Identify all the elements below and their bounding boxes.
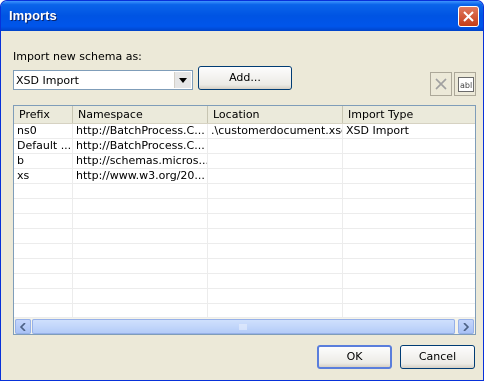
cell-location <box>208 244 343 258</box>
chevron-down-icon <box>179 78 187 83</box>
table-row[interactable]: ns0 http://BatchProcess.C... .\customerd… <box>14 124 475 139</box>
column-header-import-type[interactable]: Import Type <box>343 106 475 123</box>
table-row[interactable] <box>14 244 475 259</box>
grid-header: Prefix Namespace Location Import Type <box>14 106 475 124</box>
cell-prefix: xs <box>14 169 73 183</box>
cell-namespace <box>73 184 208 198</box>
table-row[interactable]: xs http://www.w3.org/20... <box>14 169 475 184</box>
cell-import-type <box>343 214 475 228</box>
delete-x-icon <box>435 78 447 90</box>
svg-text:abl: abl <box>460 81 472 90</box>
scroll-left-button[interactable] <box>15 319 31 334</box>
table-row[interactable] <box>14 274 475 289</box>
cell-namespace: http://www.w3.org/20... <box>73 169 208 183</box>
table-row[interactable] <box>14 184 475 199</box>
cell-location <box>208 199 343 213</box>
cell-import-type <box>343 274 475 288</box>
cell-namespace: http://BatchProcess.C... <box>73 139 208 153</box>
cell-location <box>208 304 343 318</box>
cell-location <box>208 169 343 183</box>
cell-prefix: b <box>14 154 73 168</box>
cell-prefix <box>14 199 73 213</box>
cell-namespace <box>73 229 208 243</box>
imports-grid[interactable]: Prefix Namespace Location Import Type ns… <box>13 105 476 335</box>
cell-prefix: ns0 <box>14 124 73 138</box>
scroll-thumb[interactable] <box>32 319 455 334</box>
horizontal-scrollbar[interactable] <box>14 317 475 334</box>
window-title: Imports <box>9 8 57 23</box>
grip-icon <box>239 324 247 330</box>
cell-namespace <box>73 244 208 258</box>
cell-namespace <box>73 274 208 288</box>
cell-import-type <box>343 244 475 258</box>
cell-import-type <box>343 154 475 168</box>
dialog-body: Import new schema as: XSD Import Add... … <box>4 31 480 378</box>
cell-location <box>208 274 343 288</box>
cell-import-type <box>343 184 475 198</box>
cell-location <box>208 289 343 303</box>
cell-namespace <box>73 304 208 318</box>
cell-import-type <box>343 304 475 318</box>
cell-prefix <box>14 259 73 273</box>
table-row[interactable] <box>14 199 475 214</box>
ok-button[interactable]: OK <box>317 345 392 369</box>
scroll-right-button[interactable] <box>458 319 474 334</box>
schema-type-dropdown-button[interactable] <box>174 72 191 88</box>
cell-namespace <box>73 199 208 213</box>
table-row[interactable] <box>14 229 475 244</box>
rename-prefix-button[interactable]: abl <box>454 72 476 96</box>
table-row[interactable] <box>14 289 475 304</box>
table-row[interactable] <box>14 259 475 274</box>
table-row[interactable]: Default ... http://BatchProcess.C... <box>14 139 475 154</box>
cell-import-type <box>343 169 475 183</box>
title-bar[interactable]: Imports <box>1 1 483 31</box>
close-icon <box>463 11 474 22</box>
rename-abl-icon: abl <box>458 77 474 92</box>
column-header-prefix[interactable]: Prefix <box>14 106 73 123</box>
close-button[interactable] <box>458 6 479 27</box>
imports-dialog: Imports Import new schema as: XSD Import… <box>0 0 484 381</box>
cell-location <box>208 184 343 198</box>
chevron-left-icon <box>20 323 26 331</box>
cell-prefix <box>14 184 73 198</box>
cell-location <box>208 214 343 228</box>
schema-type-value: XSD Import <box>16 74 79 87</box>
cell-import-type <box>343 139 475 153</box>
cell-location: .\customerdocument.xsd <box>208 124 343 138</box>
cell-namespace: http://BatchProcess.C... <box>73 124 208 138</box>
cell-prefix: Default ... <box>14 139 73 153</box>
cell-prefix <box>14 244 73 258</box>
cell-namespace <box>73 214 208 228</box>
cell-prefix <box>14 274 73 288</box>
cell-import-type: XSD Import <box>346 124 409 137</box>
cell-prefix <box>14 289 73 303</box>
schema-type-select[interactable]: XSD Import <box>13 70 193 90</box>
cell-prefix <box>14 229 73 243</box>
cancel-button[interactable]: Cancel <box>400 345 475 369</box>
cell-import-type <box>343 259 475 273</box>
cell-location <box>208 154 343 168</box>
delete-import-button[interactable] <box>430 72 452 96</box>
schema-type-label: Import new schema as: <box>13 50 142 63</box>
cell-location <box>208 139 343 153</box>
cell-location <box>208 229 343 243</box>
cell-import-type <box>343 229 475 243</box>
add-button[interactable]: Add... <box>198 66 292 90</box>
cell-location <box>208 259 343 273</box>
table-row[interactable] <box>14 304 475 318</box>
table-row[interactable] <box>14 214 475 229</box>
cell-import-type <box>343 199 475 213</box>
cell-import-type <box>343 289 475 303</box>
cell-namespace <box>73 259 208 273</box>
cell-namespace: http://schemas.micros... <box>73 154 208 168</box>
cell-prefix <box>14 304 73 318</box>
column-header-location[interactable]: Location <box>208 106 343 123</box>
cell-namespace <box>73 289 208 303</box>
cell-prefix <box>14 214 73 228</box>
column-header-namespace[interactable]: Namespace <box>73 106 208 123</box>
chevron-right-icon <box>463 323 469 331</box>
table-row[interactable]: b http://schemas.micros... <box>14 154 475 169</box>
